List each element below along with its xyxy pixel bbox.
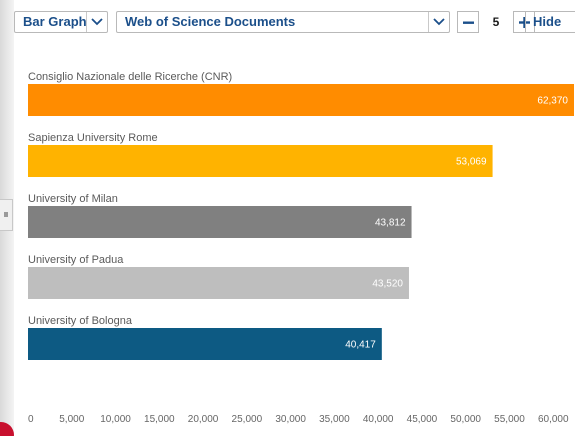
bar-value-label: 43,520 [372,279,403,290]
x-tick-label: 20,000 [188,414,219,425]
bar-category-label: University of Bologna [28,315,133,327]
bar[interactable] [28,84,574,116]
x-tick-label: 10,000 [100,414,131,425]
x-tick-label: 50,000 [450,414,481,425]
bar-value-label: 53,069 [456,157,487,168]
bar-category-label: University of Padua [28,254,124,266]
bar-category-label: Consiglio Nazionale delle Ricerche (CNR) [28,71,232,83]
x-tick-label: 25,000 [232,414,263,425]
page: Bar Graph Web of Science Documents 5 Hid… [0,0,577,436]
bar[interactable] [28,206,412,238]
x-tick-label: 40,000 [363,414,394,425]
x-tick-label: 15,000 [144,414,175,425]
bar[interactable] [28,145,493,177]
x-tick-label: 5,000 [59,414,84,425]
bar-category-label: Sapienza University Rome [28,132,158,144]
x-tick-label: 35,000 [319,414,350,425]
x-tick-label: 30,000 [275,414,306,425]
x-tick-label: 55,000 [494,414,525,425]
x-tick-label: 60,000 [538,414,569,425]
bar[interactable] [28,267,409,299]
x-tick-label: 45,000 [407,414,438,425]
bar-category-label: University of Milan [28,193,118,205]
bar-value-label: 40,417 [345,340,376,351]
bar-value-label: 43,812 [375,218,406,229]
bar-chart: Consiglio Nazionale delle Ricerche (CNR)… [28,71,574,425]
bar[interactable] [28,328,382,360]
x-tick-label: 0 [28,414,34,425]
bar-value-label: 62,370 [537,96,568,107]
